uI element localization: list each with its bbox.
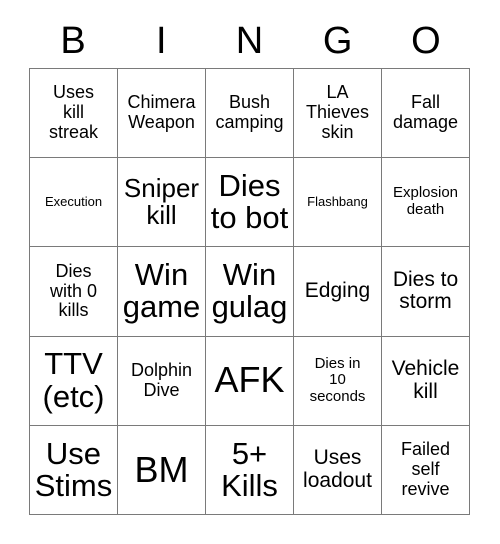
bingo-cell-r5c4[interactable]: Uses loadout (294, 425, 382, 515)
bingo-cell-label: Dies with 0 kills (49, 260, 98, 321)
bingo-cell-r3c2[interactable]: Win game (118, 247, 206, 337)
bingo-cell-label: Dies to bot (210, 168, 289, 236)
bingo-cell-label: Execution (44, 194, 103, 210)
bingo-cell-r5c2[interactable]: BM (118, 425, 206, 515)
bingo-header-letter-b: B (60, 20, 86, 62)
bingo-header-letter-n: N (235, 20, 264, 62)
bingo-cell-label: Dies in 10 seconds (309, 354, 366, 406)
bingo-header-letter-g: G (322, 20, 353, 62)
bingo-cell-label: Sniper kill (123, 172, 200, 231)
bingo-cell-r2c3[interactable]: Dies to bot (206, 158, 294, 248)
bingo-cell-r2c1[interactable]: Execution (30, 158, 118, 248)
bingo-cell-label: Bush camping (215, 92, 284, 133)
bingo-cell-r5c1[interactable]: Use Stims (30, 425, 118, 515)
bingo-card: B I N G O Uses kill streak Chimera Weapon Bush… (0, 0, 500, 544)
bingo-cell-label: Uses loadout (303, 446, 372, 492)
bingo-header-row: BINGO (29, 14, 470, 68)
bingo-cell-r4c5[interactable]: Vehicle kill (382, 336, 470, 426)
bingo-cell-label: Vehicle kill (391, 357, 460, 403)
bingo-cell-label: Failed self revive (400, 439, 451, 499)
bingo-cell-r3c1[interactable]: Dies with 0 kills (30, 247, 118, 337)
bingo-cell-r4c1[interactable]: TTV (etc) (30, 336, 118, 426)
bingo-cell-r5c3[interactable]: 5+ Kills (206, 425, 294, 515)
bingo-cell-label: Win gulag (211, 257, 288, 325)
bingo-cell-label: Uses kill streak (48, 82, 99, 142)
bingo-grid: Uses kill streak Chimera Weapon Bush campi… (29, 68, 470, 515)
bingo-cell-r2c2[interactable]: Sniper kill (118, 158, 206, 248)
bingo-cell-label: Chimera Weapon (127, 92, 196, 133)
bingo-header-letter-o: O (411, 20, 441, 62)
bingo-cell-r3c5[interactable]: Dies to storm (382, 247, 470, 337)
bingo-cell-r1c2[interactable]: Chimera Weapon (118, 69, 206, 159)
bingo-cell-r4c4[interactable]: Dies in 10 seconds (294, 336, 382, 426)
bingo-cell-label: Dies to storm (392, 267, 459, 314)
bingo-cell-r3c3[interactable]: Win gulag (206, 247, 294, 337)
bingo-cell-label: Edging (304, 279, 371, 303)
bingo-cell-label: LA Thieves skin (305, 82, 370, 142)
bingo-cell-label: Dolphin Dive (130, 359, 193, 400)
bingo-cell-r4c2[interactable]: Dolphin Dive (118, 336, 206, 426)
bingo-cell-label: Explosion death (392, 184, 459, 219)
bingo-cell-r2c4[interactable]: Flashbang (294, 158, 382, 248)
bingo-cell-r3c4[interactable]: Edging (294, 247, 382, 337)
bingo-cell-r1c4[interactable]: LA Thieves skin (294, 69, 382, 159)
bingo-cell-r1c1[interactable]: Uses kill streak (30, 69, 118, 159)
bingo-cell-r5c5[interactable]: Failed self revive (382, 425, 470, 515)
bingo-cell-label: AFK (214, 359, 285, 401)
bingo-header-letter-i: I (156, 20, 167, 62)
bingo-cell-label: TTV (etc) (42, 346, 105, 414)
bingo-cell-r4c3[interactable]: AFK (206, 336, 294, 426)
bingo-cell-label: Win game (122, 257, 201, 325)
bingo-cell-label: Flashbang (307, 194, 368, 210)
bingo-cell-label: BM (134, 448, 189, 490)
bingo-cell-label: Use Stims (34, 435, 113, 503)
bingo-cell-r1c3[interactable]: Bush camping (206, 69, 294, 159)
bingo-cell-label: Fall damage (392, 92, 459, 133)
bingo-cell-r2c5[interactable]: Explosion death (382, 158, 470, 248)
bingo-cell-label: 5+ Kills (221, 435, 278, 503)
bingo-cell-r1c5[interactable]: Fall damage (382, 69, 470, 159)
